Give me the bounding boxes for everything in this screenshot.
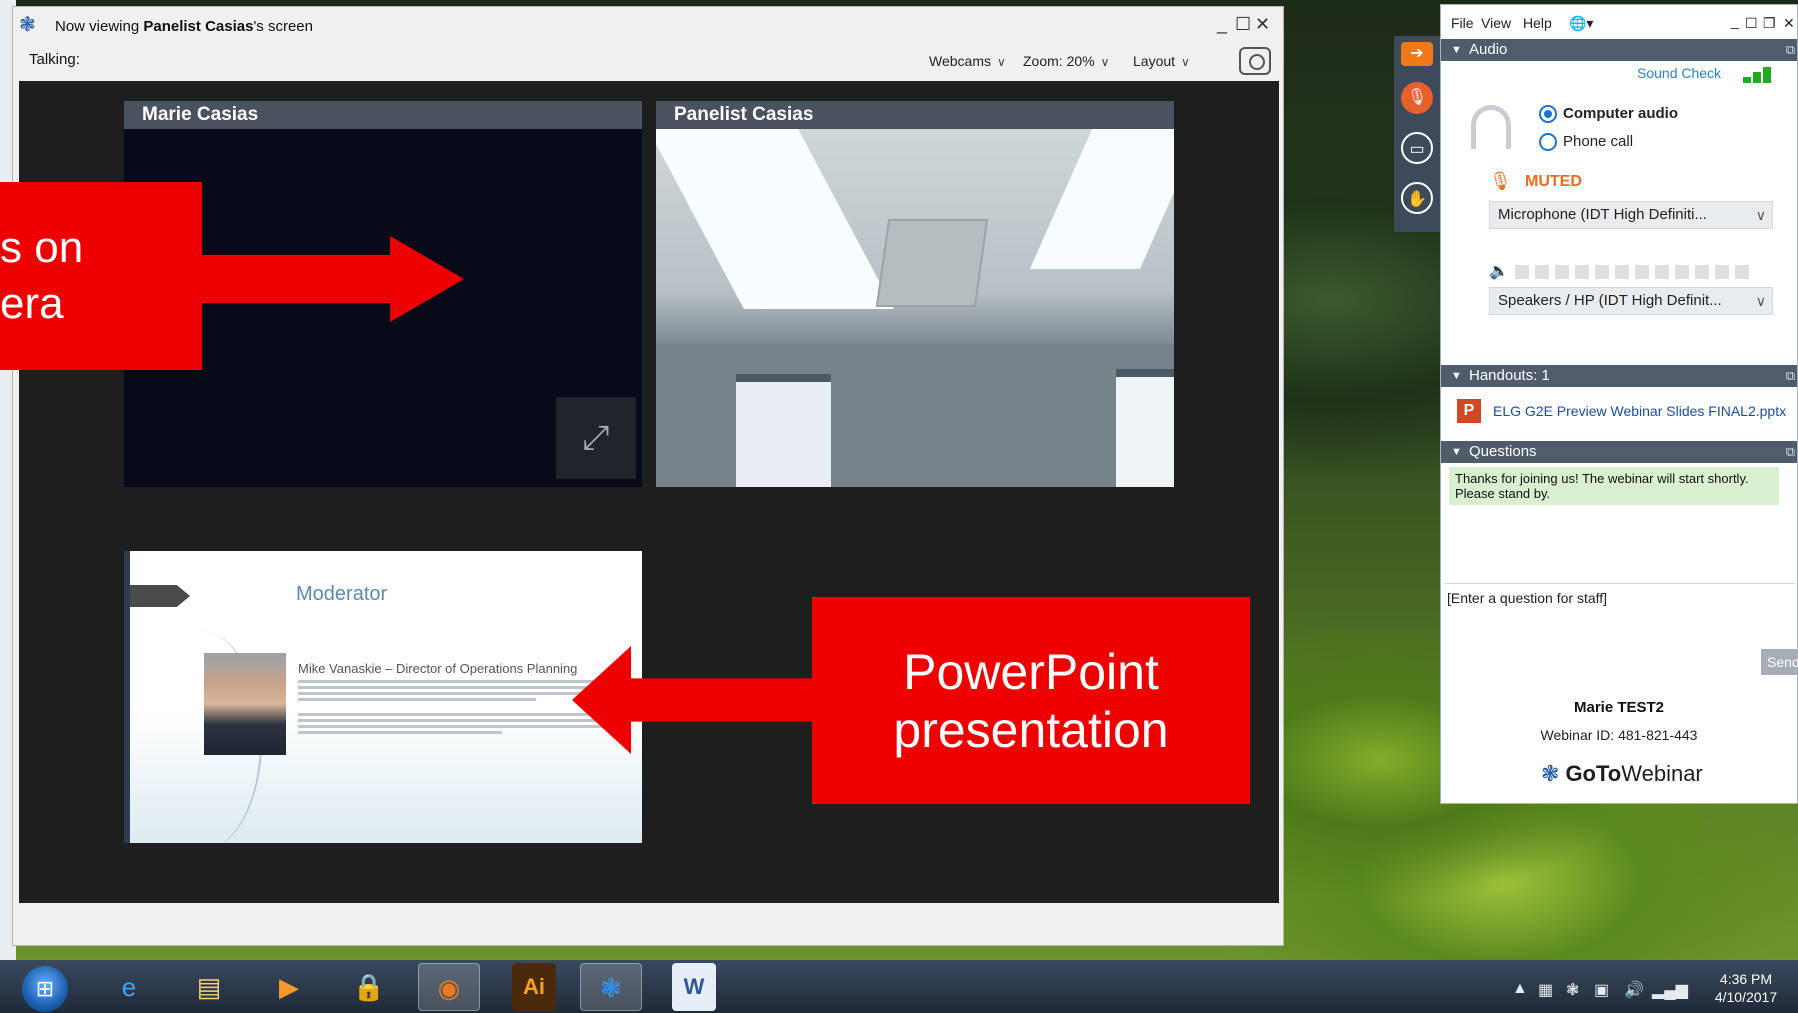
speaker-photo (204, 653, 286, 755)
collapse-panel-arrow-icon[interactable]: ➔ (1401, 42, 1433, 66)
menu-view[interactable]: View (1481, 15, 1511, 31)
triangle-down-icon: ▼ (1451, 446, 1462, 458)
volume-icon[interactable]: 🔊 (1624, 980, 1644, 1000)
expand-icon[interactable]: ⤢ (556, 397, 636, 479)
layout-dropdown[interactable]: Layout ∨ (1133, 53, 1190, 69)
sound-check-link[interactable]: Sound Check (1637, 65, 1721, 81)
microphone-select[interactable]: Microphone (IDT High Definiti... ∨ (1489, 201, 1773, 229)
annotation-text-left: s on era (0, 223, 84, 328)
chevron-down-icon: ∨ (1755, 293, 1766, 309)
video-ceiling-light (656, 129, 894, 309)
viewer-title: Now viewing Panelist Casias's screen (55, 18, 313, 35)
gotowebinar-logo-icon: ❃ (1541, 761, 1560, 786)
tray-device-icon[interactable]: ▣ (1594, 980, 1609, 1000)
maximize-icon[interactable]: ☐ (1745, 15, 1758, 32)
menu-file[interactable]: File (1451, 15, 1474, 31)
microphone-muted-icon[interactable]: 🎙 (1401, 82, 1433, 114)
webcam-video-panelist (656, 129, 1174, 487)
clock-date: 4/10/2017 (1714, 989, 1778, 1005)
microphone-muted-icon[interactable]: 🎙 (1489, 171, 1512, 192)
close-icon[interactable]: ✕ (1783, 15, 1795, 32)
maximize-icon[interactable]: ☐ (1235, 15, 1251, 33)
webinar-id: Webinar ID: 481-821-443 (1540, 727, 1698, 743)
video-ceiling-light (1029, 129, 1174, 269)
popout-icon[interactable]: ⧉ (1786, 39, 1795, 61)
headset-icon (1471, 105, 1511, 149)
word-icon[interactable]: W (672, 963, 716, 1011)
question-input[interactable]: [Enter a question for staff] (1445, 583, 1795, 655)
screen-window-icon[interactable]: ▭ (1401, 132, 1433, 164)
powerpoint-slide: Moderator Mike Vanaskie – Director of Op… (124, 551, 642, 843)
annotation-box-powerpoint: PowerPoint presentation (812, 597, 1250, 804)
restore-icon[interactable]: ❐ (1763, 15, 1776, 32)
minimize-icon[interactable]: _ (1731, 13, 1739, 29)
annotation-text-line: PowerPoint (903, 644, 1159, 700)
slide-tab-shape (130, 585, 190, 607)
questions-section-header[interactable]: ▼ Questions ⧉ (1441, 441, 1797, 463)
explorer-icon[interactable]: ▤ (178, 963, 240, 1011)
slide-speaker-name: Mike Vanaskie – Director of Operations P… (298, 661, 578, 676)
chevron-down-icon: ∨ (1181, 55, 1190, 69)
menu-help[interactable]: Help (1523, 15, 1552, 31)
start-button[interactable]: ⊞ (22, 966, 68, 1012)
popout-icon[interactable]: ⧉ (1786, 365, 1795, 387)
gotowebinar-brand: ❃ GoToWebinar (1541, 761, 1703, 786)
phone-call-radio[interactable] (1539, 133, 1557, 151)
phone-call-label: Phone call (1563, 133, 1634, 150)
computer-audio-radio[interactable] (1539, 105, 1557, 123)
computer-audio-label: Computer audio (1563, 105, 1678, 122)
media-icon[interactable]: ▶ (258, 963, 320, 1011)
popout-icon[interactable]: ⧉ (1786, 441, 1795, 463)
viewer-titlebar: ❃ Now viewing Panelist Casias's screen _… (13, 7, 1283, 41)
triangle-down-icon: ▼ (1451, 44, 1462, 56)
chevron-down-icon: ∨ (1100, 55, 1110, 69)
chevron-down-icon: ∨ (996, 55, 1006, 69)
network-signal-icon[interactable]: ▂▄▆ (1652, 980, 1688, 1000)
gotowebinar-control-panel: File View Help 🌐▾ _ ☐ ❐ ✕ ▼ Audio ⧉ Sound … (1440, 4, 1798, 804)
handouts-section-header[interactable]: ▼ Handouts: 1 ⧉ (1441, 365, 1797, 387)
video-window (736, 374, 831, 487)
speakers-select[interactable]: Speakers / HP (IDT High Definit... ∨ (1489, 287, 1773, 315)
language-globe-icon[interactable]: 🌐▾ (1569, 15, 1593, 32)
volume-meter (1515, 265, 1773, 279)
panel-menubar: File View Help 🌐▾ _ ☐ ❐ ✕ (1441, 5, 1797, 41)
close-icon[interactable]: ✕ (1255, 15, 1270, 33)
webcam-tile-title: Panelist Casias (656, 101, 1174, 129)
signal-strength-icon (1743, 67, 1777, 83)
speaker-volume-icon: 🔈 (1489, 263, 1509, 280)
muted-status: MUTED (1525, 173, 1582, 190)
lock-icon[interactable]: 🔒 (338, 963, 400, 1011)
video-wall (656, 344, 1174, 487)
raise-hand-icon[interactable]: ✋ (1401, 182, 1433, 214)
powerpoint-file-icon: P (1457, 399, 1481, 423)
tray-expand-icon[interactable]: ▲ (1512, 980, 1528, 998)
chevron-down-icon: ∨ (1755, 207, 1766, 223)
annotation-text-line: presentation (893, 702, 1169, 758)
snapshot-camera-icon[interactable] (1239, 47, 1271, 75)
webcams-dropdown[interactable]: Webcams ∨ (929, 53, 1006, 69)
webcam-tile-title: Marie Casias (124, 101, 642, 129)
minimize-icon[interactable]: _ (1217, 15, 1227, 33)
video-ceiling-vent (875, 219, 989, 307)
handout-file-link[interactable]: ELG G2E Preview Webinar Slides FINAL2.pp… (1493, 403, 1786, 419)
clock-time: 4:36 PM (1719, 971, 1773, 987)
triangle-down-icon: ▼ (1451, 370, 1462, 382)
talking-label: Talking: (29, 51, 80, 68)
screen-viewer-window: ❃ Now viewing Panelist Casias's screen _… (12, 6, 1284, 946)
tray-app-icon[interactable]: ▦ (1538, 980, 1553, 1000)
question-message: Thanks for joining us! The webinar will … (1449, 467, 1779, 505)
illustrator-icon[interactable]: Ai (512, 963, 556, 1011)
firefox-icon[interactable]: ◉ (418, 963, 480, 1011)
tray-gotowebinar-icon[interactable]: ❃ (1566, 980, 1579, 1000)
taskbar-clock[interactable]: 4:36 PM 4/10/2017 (1706, 970, 1786, 1006)
zoom-dropdown[interactable]: Zoom: 20% ∨ (1023, 53, 1109, 69)
gotowebinar-logo-icon: ❃ (19, 14, 36, 36)
gotowebinar-icon[interactable]: ❃ (580, 963, 642, 1011)
attendee-name: Marie TEST2 (1573, 699, 1665, 716)
slide-title: Moderator (296, 583, 388, 605)
ie-icon[interactable]: e (98, 963, 160, 1011)
send-button[interactable]: Send (1761, 649, 1798, 675)
audio-section-header[interactable]: ▼ Audio ⧉ (1441, 39, 1797, 61)
video-window (1116, 369, 1174, 487)
